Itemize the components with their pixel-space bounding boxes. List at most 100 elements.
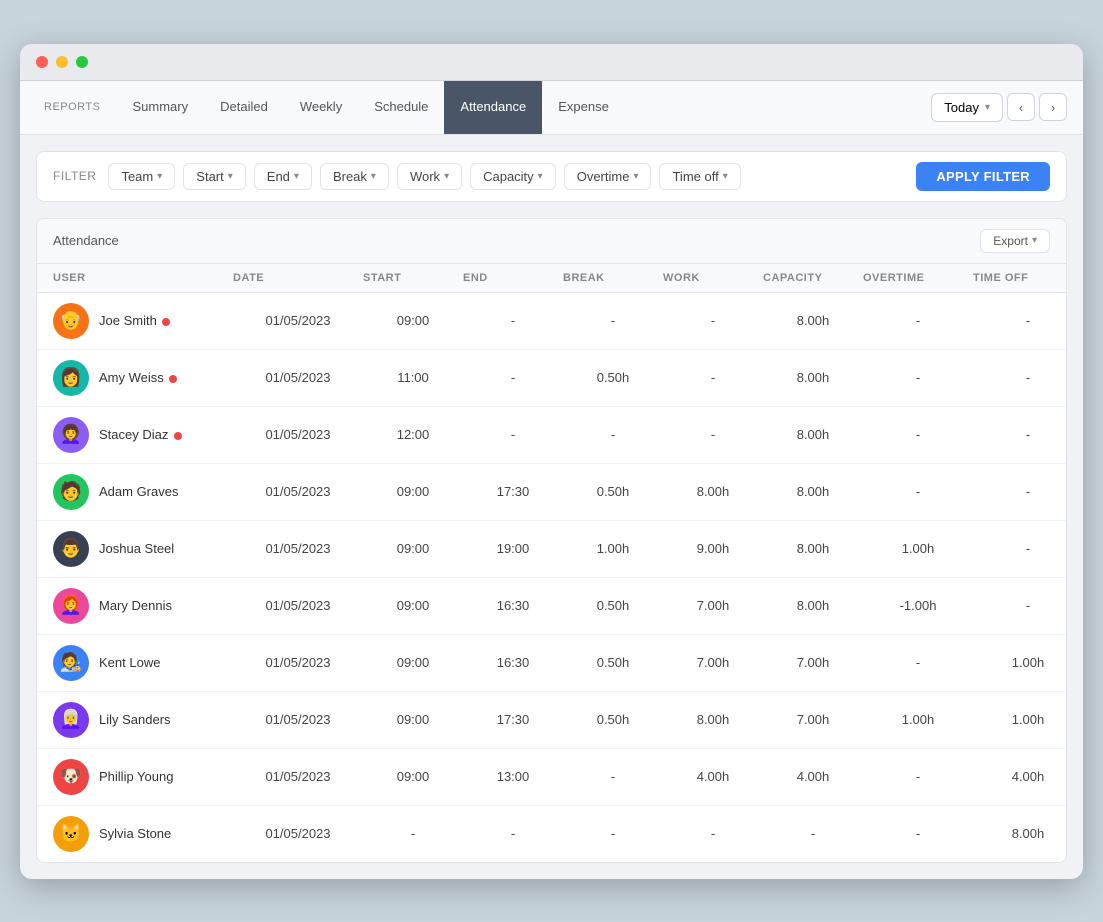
date-cell: 01/05/2023 [233,826,363,841]
work-cell: 8.00h [663,712,763,727]
end-cell: - [463,370,563,385]
titlebar [20,44,1083,81]
col-work: WORK [663,272,763,284]
tab-detailed[interactable]: Detailed [204,81,284,134]
close-dot[interactable] [36,56,48,68]
table-row[interactable]: 🧑‍🎨 Kent Lowe 01/05/2023 09:00 16:30 0.5… [37,635,1066,692]
col-capacity: CAPACITY [763,272,863,284]
table-row[interactable]: 👴 Joe Smith 01/05/2023 09:00 - - - 8.00h… [37,293,1066,350]
table-row[interactable]: 👩‍🦳 Lily Sanders 01/05/2023 09:00 17:30 … [37,692,1066,749]
avatar: 🐶 [53,759,89,795]
export-button[interactable]: Export ▾ [980,229,1050,253]
start-cell: - [363,826,463,841]
apply-filter-button[interactable]: APPLY FILTER [916,162,1050,191]
table-row[interactable]: 👩 Amy Weiss 01/05/2023 11:00 - 0.50h - 8… [37,350,1066,407]
overtime-cell: - [863,655,973,670]
avatar: 👩‍🦱 [53,417,89,453]
filter-label: FILTER [53,169,96,183]
user-cell: 👩‍🦰 Mary Dennis [53,588,233,624]
today-select[interactable]: Today ▾ [931,93,1003,122]
next-date-button[interactable]: › [1039,93,1067,121]
end-cell: 16:30 [463,655,563,670]
timeoff-cell: - [973,370,1067,385]
filter-work[interactable]: Work ▾ [397,163,462,190]
capacity-cell: 7.00h [763,712,863,727]
user-name: Amy Weiss [99,370,177,385]
break-cell: - [563,313,663,328]
date-cell: 01/05/2023 [233,541,363,556]
end-cell: 17:30 [463,484,563,499]
work-cell: - [663,826,763,841]
filter-overtime[interactable]: Overtime ▾ [564,163,652,190]
user-name: Stacey Diaz [99,427,182,442]
avatar: 👨 [53,531,89,567]
filter-timeoff[interactable]: Time off ▾ [659,163,740,190]
end-cell: - [463,313,563,328]
start-cell: 09:00 [363,313,463,328]
date-cell: 01/05/2023 [233,427,363,442]
today-chevron-icon: ▾ [985,102,990,113]
timeoff-cell: - [973,427,1067,442]
table-row[interactable]: 🐶 Phillip Young 01/05/2023 09:00 13:00 -… [37,749,1066,806]
timeoff-cell: - [973,598,1067,613]
tab-summary[interactable]: Summary [116,81,204,134]
capacity-cell: 8.00h [763,427,863,442]
expand-dot[interactable] [76,56,88,68]
work-cell: 4.00h [663,769,763,784]
tab-attendance[interactable]: Attendance [444,81,542,134]
break-cell: 0.50h [563,598,663,613]
prev-date-button[interactable]: ‹ [1007,93,1035,121]
break-chevron-icon: ▾ [371,171,376,182]
filter-capacity[interactable]: Capacity ▾ [470,163,556,190]
user-cell: 🐱 Sylvia Stone [53,816,233,852]
tab-weekly[interactable]: Weekly [284,81,358,134]
filter-end[interactable]: End ▾ [254,163,312,190]
col-overtime: OVERTIME [863,272,973,284]
table-row[interactable]: 🐱 Sylvia Stone 01/05/2023 - - - - - - 8.… [37,806,1066,862]
end-cell: 13:00 [463,769,563,784]
start-cell: 09:00 [363,541,463,556]
tab-schedule[interactable]: Schedule [358,81,444,134]
user-name: Sylvia Stone [99,826,171,841]
filter-break[interactable]: Break ▾ [320,163,389,190]
timeoff-cell: 1.00h [973,712,1067,727]
col-timeoff: TIME OFF [973,272,1067,284]
minimize-dot[interactable] [56,56,68,68]
end-cell: 17:30 [463,712,563,727]
start-chevron-icon: ▾ [228,171,233,182]
filter-start[interactable]: Start ▾ [183,163,246,190]
date-cell: 01/05/2023 [233,370,363,385]
col-end: END [463,272,563,284]
column-headers: USER DATE START END BREAK WORK CAPACITY … [37,264,1066,293]
table-row[interactable]: 👩‍🦰 Mary Dennis 01/05/2023 09:00 16:30 0… [37,578,1066,635]
avatar: 👩 [53,360,89,396]
start-cell: 09:00 [363,712,463,727]
break-cell: 0.50h [563,655,663,670]
table-row[interactable]: 👨 Joshua Steel 01/05/2023 09:00 19:00 1.… [37,521,1066,578]
user-name: Phillip Young [99,769,173,784]
timeoff-cell: - [973,313,1067,328]
user-cell: 👴 Joe Smith [53,303,233,339]
user-cell: 👩‍🦳 Lily Sanders [53,702,233,738]
avatar: 🐱 [53,816,89,852]
overtime-cell: - [863,427,973,442]
work-cell: 7.00h [663,655,763,670]
end-cell: - [463,826,563,841]
table-row[interactable]: 🧑 Adam Graves 01/05/2023 09:00 17:30 0.5… [37,464,1066,521]
user-name: Joe Smith [99,313,170,328]
start-cell: 09:00 [363,769,463,784]
work-cell: 7.00h [663,598,763,613]
col-start: START [363,272,463,284]
user-name: Joshua Steel [99,541,174,556]
filter-team[interactable]: Team ▾ [108,163,175,190]
user-name: Kent Lowe [99,655,160,670]
timeoff-cell: 1.00h [973,655,1067,670]
tab-expense[interactable]: Expense [542,81,625,134]
avatar: 👩‍🦳 [53,702,89,738]
team-chevron-icon: ▾ [157,171,162,182]
capacity-cell: 8.00h [763,598,863,613]
overtime-cell: 1.00h [863,541,973,556]
nav-bar: REPORTS Summary Detailed Weekly Schedule… [20,81,1083,135]
table-row[interactable]: 👩‍🦱 Stacey Diaz 01/05/2023 12:00 - - - 8… [37,407,1066,464]
user-name: Mary Dennis [99,598,172,613]
